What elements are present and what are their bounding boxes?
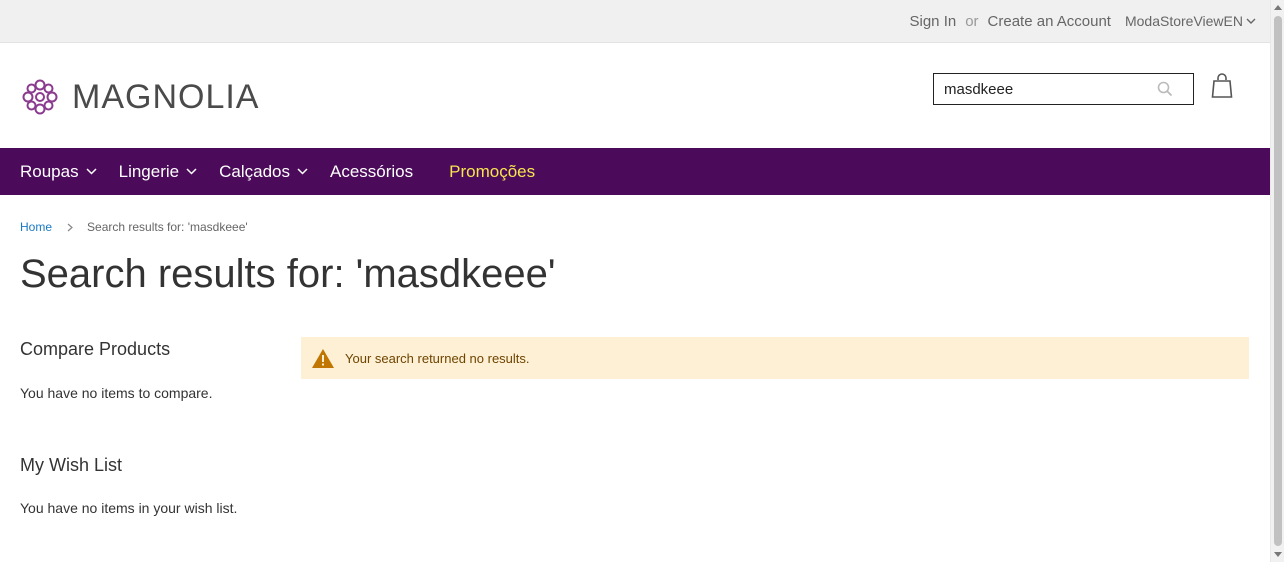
chevron-down-icon bbox=[186, 168, 197, 175]
nav-item-label: Calçados bbox=[219, 161, 290, 181]
nav-item-lingerie[interactable]: Lingerie bbox=[119, 162, 198, 182]
breadcrumb-home-link[interactable]: Home bbox=[20, 220, 52, 234]
chevron-right-icon bbox=[67, 223, 73, 232]
scroll-down-icon[interactable] bbox=[1274, 552, 1282, 558]
wishlist-title: My Wish List bbox=[20, 455, 123, 475]
nav-item-acessorios[interactable]: Acessórios bbox=[330, 162, 413, 182]
nav-item-label: Lingerie bbox=[118, 161, 180, 181]
create-account-link[interactable]: Create an Account bbox=[988, 13, 1111, 30]
breadcrumb: Home Search results for: 'masdkeee' bbox=[20, 220, 248, 234]
minicart-button[interactable] bbox=[1211, 73, 1235, 101]
search-icon bbox=[1157, 81, 1173, 97]
scroll-up-icon[interactable] bbox=[1274, 4, 1282, 10]
chevron-down-icon bbox=[86, 168, 97, 175]
nav-item-label: Promoções bbox=[449, 161, 536, 181]
compare-products-title: Compare Products bbox=[20, 339, 171, 359]
no-results-notice: Your search returned no results. bbox=[301, 337, 1249, 379]
nav-item-roupas[interactable]: Roupas bbox=[20, 162, 97, 182]
nav-item-promocoes[interactable]: Promoções bbox=[449, 162, 535, 182]
store-view-switcher[interactable]: ModaStoreViewEN bbox=[1125, 13, 1256, 29]
nav-item-calcados[interactable]: Calçados bbox=[219, 162, 308, 182]
store-view-label: ModaStoreViewEN bbox=[1124, 13, 1243, 29]
page-title: Search results for: 'masdkeee' bbox=[20, 252, 556, 296]
search-box bbox=[933, 73, 1194, 105]
search-input[interactable] bbox=[934, 74, 1193, 104]
chevron-down-icon bbox=[1246, 18, 1256, 24]
top-panel: Sign In or Create an Account ModaStoreVi… bbox=[0, 0, 1270, 43]
magnolia-logo-icon bbox=[22, 79, 58, 115]
compare-products-empty: You have no items to compare. bbox=[20, 385, 213, 401]
warning-icon bbox=[312, 348, 334, 368]
page-scrollbar[interactable] bbox=[1270, 0, 1284, 562]
nav-item-label: Roupas bbox=[20, 161, 79, 181]
notice-text: Your search returned no results. bbox=[345, 350, 530, 366]
sign-in-link[interactable]: Sign In bbox=[910, 13, 957, 30]
page: Sign In or Create an Account ModaStoreVi… bbox=[0, 0, 1270, 562]
shopping-bag-icon bbox=[1211, 73, 1233, 98]
scrollbar-thumb[interactable] bbox=[1274, 16, 1282, 546]
or-separator: or bbox=[965, 12, 979, 30]
main-navigation: Roupas Lingerie Calçados Acessórios Prom… bbox=[0, 148, 1270, 195]
breadcrumb-current: Search results for: 'masdkeee' bbox=[87, 220, 248, 234]
logo-text: MAGNOLIA bbox=[72, 77, 260, 116]
nav-item-label: Acessórios bbox=[329, 161, 414, 181]
wishlist-empty: You have no items in your wish list. bbox=[20, 500, 238, 516]
header-links: Sign In or Create an Account ModaStoreVi… bbox=[910, 0, 1257, 42]
logo[interactable]: MAGNOLIA bbox=[20, 77, 259, 117]
chevron-down-icon bbox=[297, 168, 308, 175]
search-button[interactable] bbox=[1156, 81, 1174, 99]
